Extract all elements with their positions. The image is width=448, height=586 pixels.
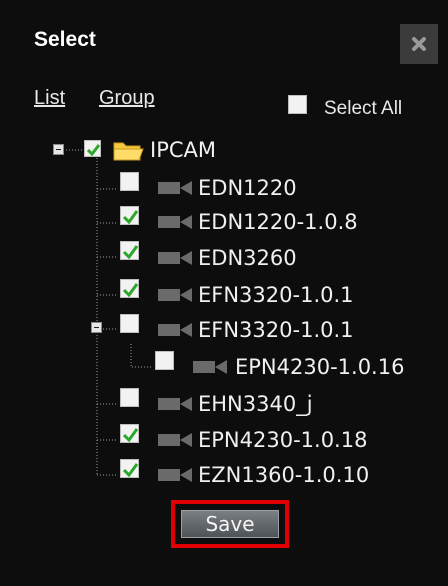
camera-icon — [158, 468, 192, 482]
save-button[interactable]: Save — [181, 510, 279, 538]
camera-checkbox[interactable] — [120, 172, 139, 191]
camera-label[interactable]: EFN3320-1.0.1 — [198, 318, 354, 342]
camera-icon — [158, 251, 192, 265]
camera-label[interactable]: EHN3340_j — [198, 392, 313, 416]
tree-root-checkbox[interactable] — [84, 140, 101, 157]
camera-icon — [158, 181, 192, 195]
camera-icon — [158, 215, 192, 229]
tree-root-label[interactable]: IPCAM — [150, 138, 216, 162]
camera-checkbox[interactable] — [155, 351, 174, 370]
folder-icon — [113, 142, 144, 161]
camera-label[interactable]: EDN1220-1.0.8 — [198, 210, 358, 234]
camera-label[interactable]: EZN1360-1.0.10 — [198, 463, 369, 487]
tree-node-collapse-toggle[interactable] — [91, 322, 102, 333]
camera-checkbox[interactable] — [120, 459, 139, 478]
camera-label[interactable]: EDN3260 — [198, 246, 297, 270]
camera-checkbox[interactable] — [120, 424, 139, 443]
camera-icon — [158, 397, 192, 411]
camera-checkbox[interactable] — [120, 314, 139, 333]
camera-checkbox[interactable] — [120, 388, 139, 407]
camera-label[interactable]: EPN4230-1.0.16 — [235, 355, 404, 379]
camera-label[interactable]: EDN1220 — [198, 176, 297, 200]
camera-icon — [158, 288, 192, 302]
save-button-highlight: Save — [171, 500, 289, 548]
camera-label[interactable]: EPN4230-1.0.18 — [198, 428, 367, 452]
camera-checkbox[interactable] — [120, 279, 139, 298]
tree-root-collapse-toggle[interactable] — [53, 144, 64, 155]
camera-icon — [158, 433, 192, 447]
camera-icon — [158, 323, 192, 337]
camera-label[interactable]: EFN3320-1.0.1 — [198, 283, 354, 307]
camera-icon — [193, 360, 227, 374]
camera-checkbox[interactable] — [120, 241, 139, 260]
select-dialog: Select List Group Select All IPCAM EDN12… — [0, 0, 448, 586]
camera-checkbox[interactable] — [120, 206, 139, 225]
